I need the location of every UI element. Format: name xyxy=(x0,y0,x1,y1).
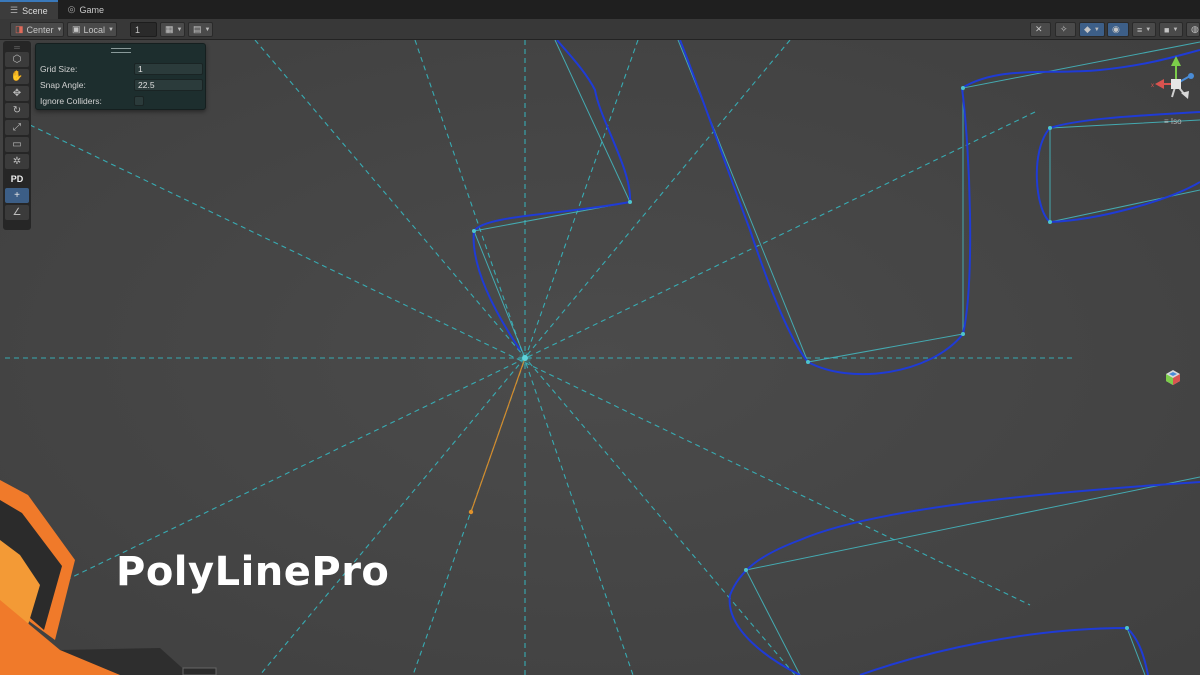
vertex[interactable] xyxy=(961,332,965,336)
gamepad-icon: ◎ xyxy=(67,4,76,14)
vertex[interactable] xyxy=(1125,626,1129,630)
layers-icon: ◆ xyxy=(1084,24,1091,34)
view-tool-icon[interactable]: ⬡ xyxy=(5,52,29,67)
audio-toggle-button[interactable]: ✕ xyxy=(1030,22,1051,37)
grid-snap-dropdown[interactable]: ▦ ▼ xyxy=(160,22,185,37)
editor-tab-bar: ☰ Scene ◎ Game xyxy=(0,0,1200,19)
grid-size-field[interactable]: 1 xyxy=(134,63,203,75)
gizmo-center-cube[interactable] xyxy=(1171,79,1181,89)
vertex[interactable] xyxy=(628,200,632,204)
projection-toggle[interactable]: ≡ Iso xyxy=(1164,117,1182,126)
pivot-rotation-dropdown[interactable]: ▣ Local ▼ xyxy=(67,22,117,37)
fx-toggle-button[interactable]: ✧ xyxy=(1055,22,1076,37)
visibility-toggle-button[interactable]: ◉ xyxy=(1107,22,1129,37)
cube-icon: ▣ xyxy=(72,24,81,34)
chevron-down-icon: ▼ xyxy=(1093,26,1100,33)
snap-center[interactable] xyxy=(519,352,531,364)
snap-angle-field[interactable]: 22.5 xyxy=(134,79,203,91)
overlay-title: PolyLinePro xyxy=(116,549,390,595)
tab-game[interactable]: ◎ Game xyxy=(58,0,114,19)
tab-scene-label: Scene xyxy=(22,5,48,16)
drag-handle-icon[interactable]: ═ xyxy=(5,43,29,52)
eye-icon: ◉ xyxy=(1112,24,1120,34)
chevron-down-icon: ▼ xyxy=(56,26,63,33)
snap-angle-label: Snap Angle: xyxy=(40,80,86,90)
vertex[interactable] xyxy=(744,568,748,572)
ignore-colliders-checkbox[interactable] xyxy=(134,96,144,106)
grid-size-label: Grid Size: xyxy=(40,64,78,74)
ignore-colliders-label: Ignore Colliders: xyxy=(40,96,102,106)
chevron-down-icon: ▼ xyxy=(1145,26,1152,33)
transform-tool-icon[interactable]: ✲ xyxy=(5,154,29,169)
globe-icon: ◍ xyxy=(1191,24,1199,34)
vertex[interactable] xyxy=(472,229,476,233)
pivot-icon: ◨ xyxy=(15,24,24,34)
pivot-mode-dropdown[interactable]: ◨ Center ▼ xyxy=(10,22,64,37)
unity-scene-view: ☰ Scene ◎ Game ◨ Center ▼ ▣ Local ▼ 1 ▦ … xyxy=(0,0,1200,675)
draw-mode-dropdown[interactable]: ≡ ▼ xyxy=(1132,22,1156,37)
plugin-label: PD xyxy=(10,173,24,184)
hand-tool-icon[interactable]: ✋ xyxy=(5,69,29,84)
move-tool-icon[interactable]: ✥ xyxy=(5,86,29,101)
menu-lines-icon: ≡ xyxy=(1164,117,1171,126)
polyline-settings-panel: Grid Size: 1 Snap Angle: 22.5 Ignore Col… xyxy=(35,43,206,110)
grid-snap-icon: ▦ xyxy=(165,24,174,34)
pivot-mode-label: Center xyxy=(26,24,54,35)
vertex[interactable] xyxy=(1048,220,1052,224)
preview-endpoint[interactable] xyxy=(468,509,474,515)
chevron-down-icon: ▼ xyxy=(1172,26,1179,33)
scale-tool-icon[interactable]: ⤢ xyxy=(5,120,29,135)
fx-icon: ✧ xyxy=(1060,24,1068,34)
pivot-rotation-label: Local xyxy=(83,24,106,35)
snap-angle-value: 22.5 xyxy=(138,80,155,90)
gizmo-x-letter: x xyxy=(1151,83,1154,89)
stack-icon: ≡ xyxy=(1137,24,1143,35)
audio-off-icon: ✕ xyxy=(1035,24,1043,34)
vertex[interactable] xyxy=(806,360,810,364)
tool-strip: ═ ⬡ ✋ ✥ ↻ ⤢ ▭ ✲ PD + ∠ xyxy=(3,41,31,230)
rect-tool-icon[interactable]: ▭ xyxy=(5,137,29,152)
camera-icon: ■ xyxy=(1164,24,1170,35)
increment-snap-dropdown[interactable]: ▤ ▼ xyxy=(188,22,213,37)
rotate-tool-icon[interactable]: ↻ xyxy=(5,103,29,118)
hamburger-icon: ☰ xyxy=(10,5,19,15)
projection-label: Iso xyxy=(1170,117,1182,126)
camera-dropdown[interactable]: ■ ▼ xyxy=(1159,22,1183,37)
increment-snap-icon: ▤ xyxy=(193,24,202,34)
bottom-tab-stub xyxy=(182,667,217,675)
gizmo-z-cone[interactable] xyxy=(1188,73,1194,79)
scene-toolbar: ◨ Center ▼ ▣ Local ▼ 1 ▦ ▼ ▤ ▼ ✕ ✧ ◆ ▼ ◉… xyxy=(0,19,1200,40)
vertex[interactable] xyxy=(1048,126,1052,130)
tab-game-label: Game xyxy=(79,4,104,15)
draw-tool-icon[interactable]: ∠ xyxy=(5,205,29,220)
add-point-tool-icon[interactable]: + xyxy=(5,188,29,203)
scene-visibility-dropdown[interactable]: ◆ ▼ xyxy=(1079,22,1105,37)
vertex[interactable] xyxy=(961,86,965,90)
panel-drag-handle[interactable] xyxy=(111,48,131,53)
chevron-down-icon: ▼ xyxy=(204,26,211,33)
gizmos-button[interactable]: ◍ xyxy=(1186,22,1200,37)
grid-increment-value: 1 xyxy=(135,24,141,35)
grid-size-value: 1 xyxy=(138,64,143,74)
tab-scene[interactable]: ☰ Scene xyxy=(0,0,58,19)
snap-center-point[interactable] xyxy=(522,355,528,361)
grid-increment-field[interactable]: 1 xyxy=(130,22,157,37)
chevron-down-icon: ▼ xyxy=(176,26,183,33)
chevron-down-icon: ▼ xyxy=(108,26,114,33)
